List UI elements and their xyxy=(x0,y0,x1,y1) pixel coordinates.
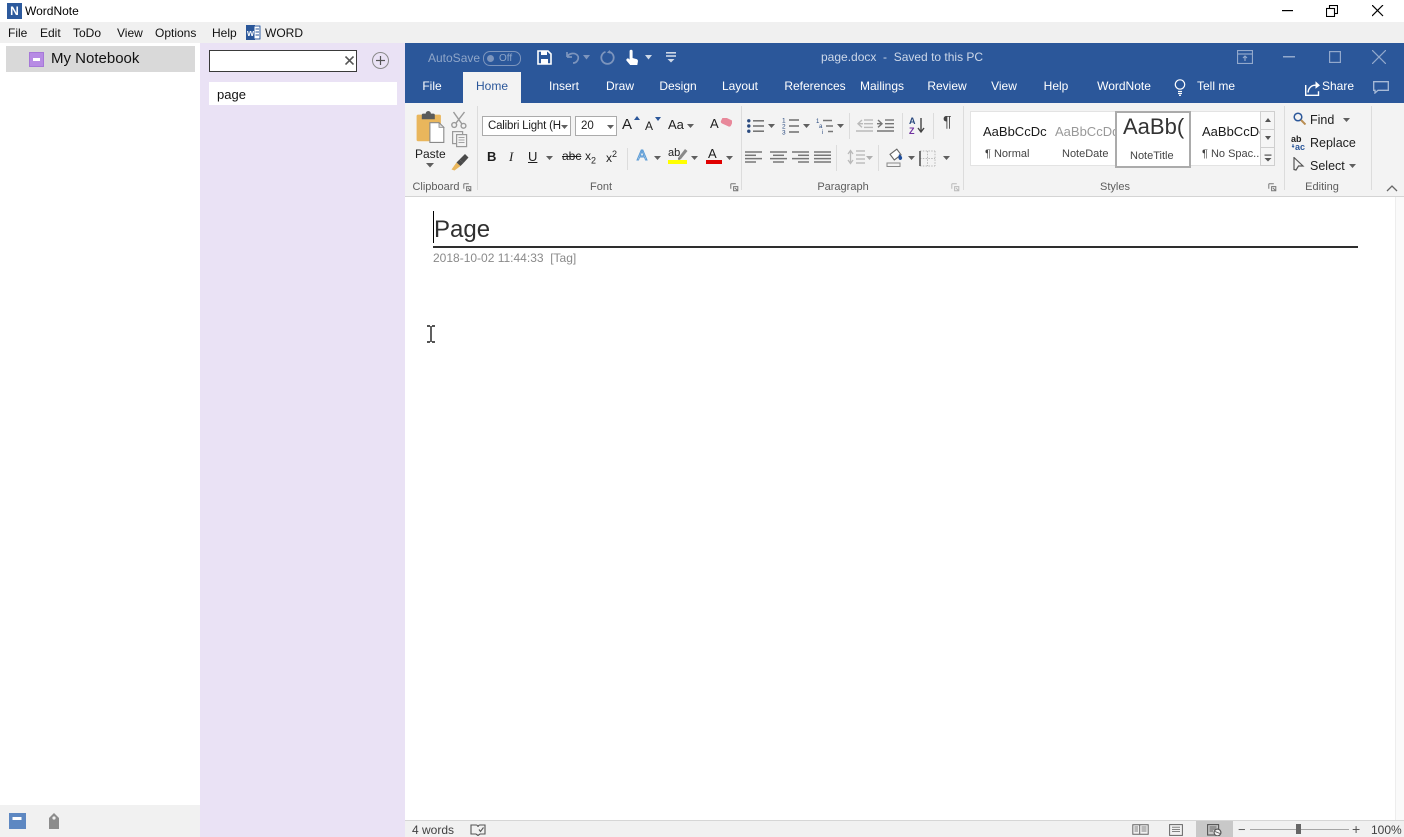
svg-text:A: A xyxy=(909,116,916,126)
svg-text:i: i xyxy=(822,130,823,134)
svg-text:ac: ac xyxy=(1295,142,1305,150)
svg-text:Z: Z xyxy=(909,126,915,135)
svg-text:w: w xyxy=(246,28,255,38)
svg-text:3: 3 xyxy=(782,130,786,136)
